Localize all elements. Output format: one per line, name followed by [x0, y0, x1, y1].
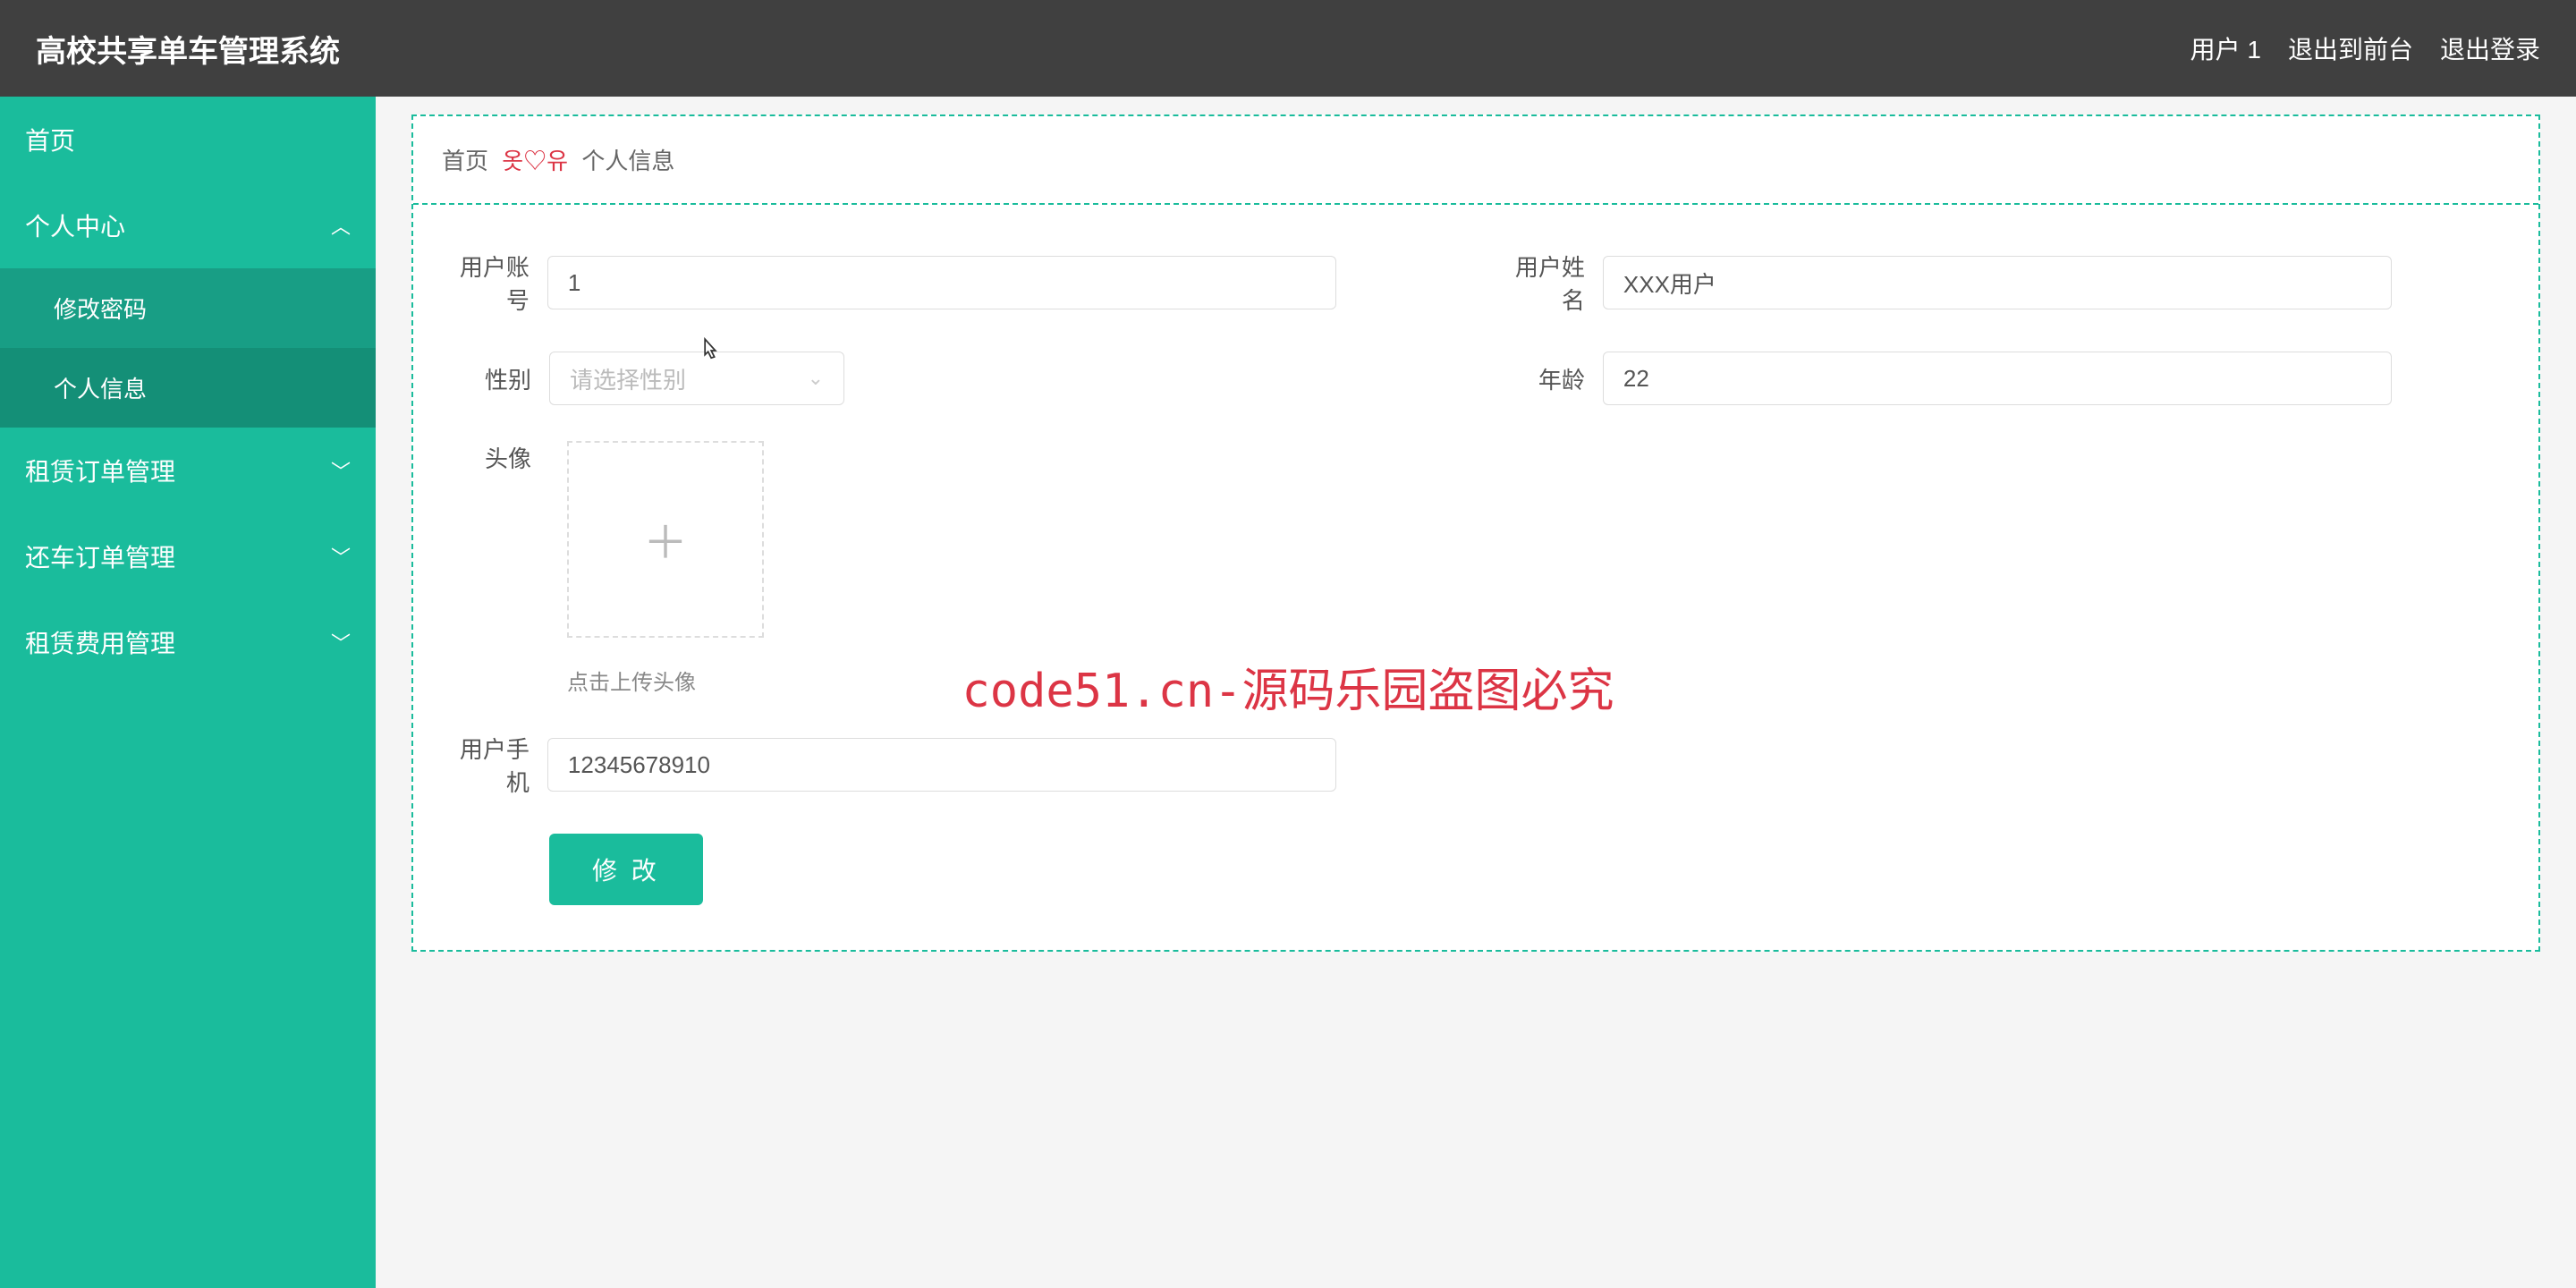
name-input[interactable]: [1603, 256, 2392, 309]
breadcrumb-current: 个人信息: [581, 148, 674, 174]
avatar-upload[interactable]: ＋: [567, 441, 764, 638]
phone-input[interactable]: [547, 738, 1336, 792]
chevron-down-icon: ﹀: [331, 456, 351, 485]
sidebar: 首页 个人中心 ︿ 修改密码 个人信息 租赁订单管理 ﹀ 还车订单管理 ﹀ 租赁…: [0, 97, 376, 1288]
chevron-up-icon: ︿: [331, 211, 351, 240]
content-panel: 首页 옷♡유 个人信息 用户账号 用户姓名 性别 请选择性别: [411, 114, 2540, 952]
sidebar-item-label: 租赁费用管理: [25, 624, 175, 660]
sidebar-subitem-personal-info[interactable]: 个人信息: [0, 348, 376, 428]
chevron-down-icon: ﹀: [331, 628, 351, 657]
sidebar-item-label: 还车订单管理: [25, 538, 175, 574]
avatar-hint: 点击上传头像: [567, 665, 2510, 696]
app-title: 高校共享单车管理系统: [36, 27, 340, 71]
gender-placeholder: 请选择性别: [570, 362, 686, 395]
avatar-label: 头像: [442, 441, 549, 474]
sidebar-subitem-change-password[interactable]: 修改密码: [0, 268, 376, 348]
sidebar-item-label: 个人中心: [25, 208, 125, 243]
chevron-down-icon: ⌄: [808, 367, 824, 390]
gender-label: 性别: [442, 362, 549, 395]
sidebar-item-home[interactable]: 首页: [0, 97, 376, 182]
breadcrumb-separator-icon: 옷♡유: [502, 148, 568, 174]
sidebar-item-rental-fees[interactable]: 租赁费用管理 ﹀: [0, 599, 376, 685]
chevron-down-icon: ﹀: [331, 542, 351, 571]
name-label: 用户姓名: [1497, 250, 1603, 316]
breadcrumb-home[interactable]: 首页: [442, 148, 488, 174]
sidebar-item-label: 首页: [25, 122, 75, 157]
sidebar-item-return-orders[interactable]: 还车订单管理 ﹀: [0, 513, 376, 599]
sidebar-item-label: 个人信息: [54, 376, 147, 402]
sidebar-item-personal-center[interactable]: 个人中心 ︿: [0, 182, 376, 268]
breadcrumb: 首页 옷♡유 个人信息: [413, 116, 2538, 205]
logout-link[interactable]: 退出登录: [2440, 30, 2540, 66]
sidebar-item-label: 修改密码: [54, 296, 147, 323]
user-label[interactable]: 用户 1: [2190, 30, 2261, 66]
plus-icon: ＋: [643, 507, 688, 572]
main-content: 首页 옷♡유 个人信息 用户账号 用户姓名 性别 请选择性别: [376, 97, 2576, 1288]
sidebar-item-label: 租赁订单管理: [25, 453, 175, 488]
phone-label: 用户手机: [442, 732, 547, 798]
exit-front-link[interactable]: 退出到前台: [2288, 30, 2413, 66]
account-label: 用户账号: [442, 250, 547, 316]
header-right: 用户 1 退出到前台 退出登录: [2190, 30, 2540, 66]
submit-button[interactable]: 修 改: [549, 834, 703, 905]
gender-select[interactable]: 请选择性别 ⌄: [549, 352, 844, 405]
sidebar-item-rental-orders[interactable]: 租赁订单管理 ﹀: [0, 428, 376, 513]
form-area: 用户账号 用户姓名 性别 请选择性别 ⌄ 年龄: [413, 205, 2538, 950]
age-input[interactable]: [1603, 352, 2392, 405]
header: 高校共享单车管理系统 用户 1 退出到前台 退出登录: [0, 0, 2576, 97]
age-label: 年龄: [1497, 362, 1603, 395]
account-input[interactable]: [547, 256, 1336, 309]
